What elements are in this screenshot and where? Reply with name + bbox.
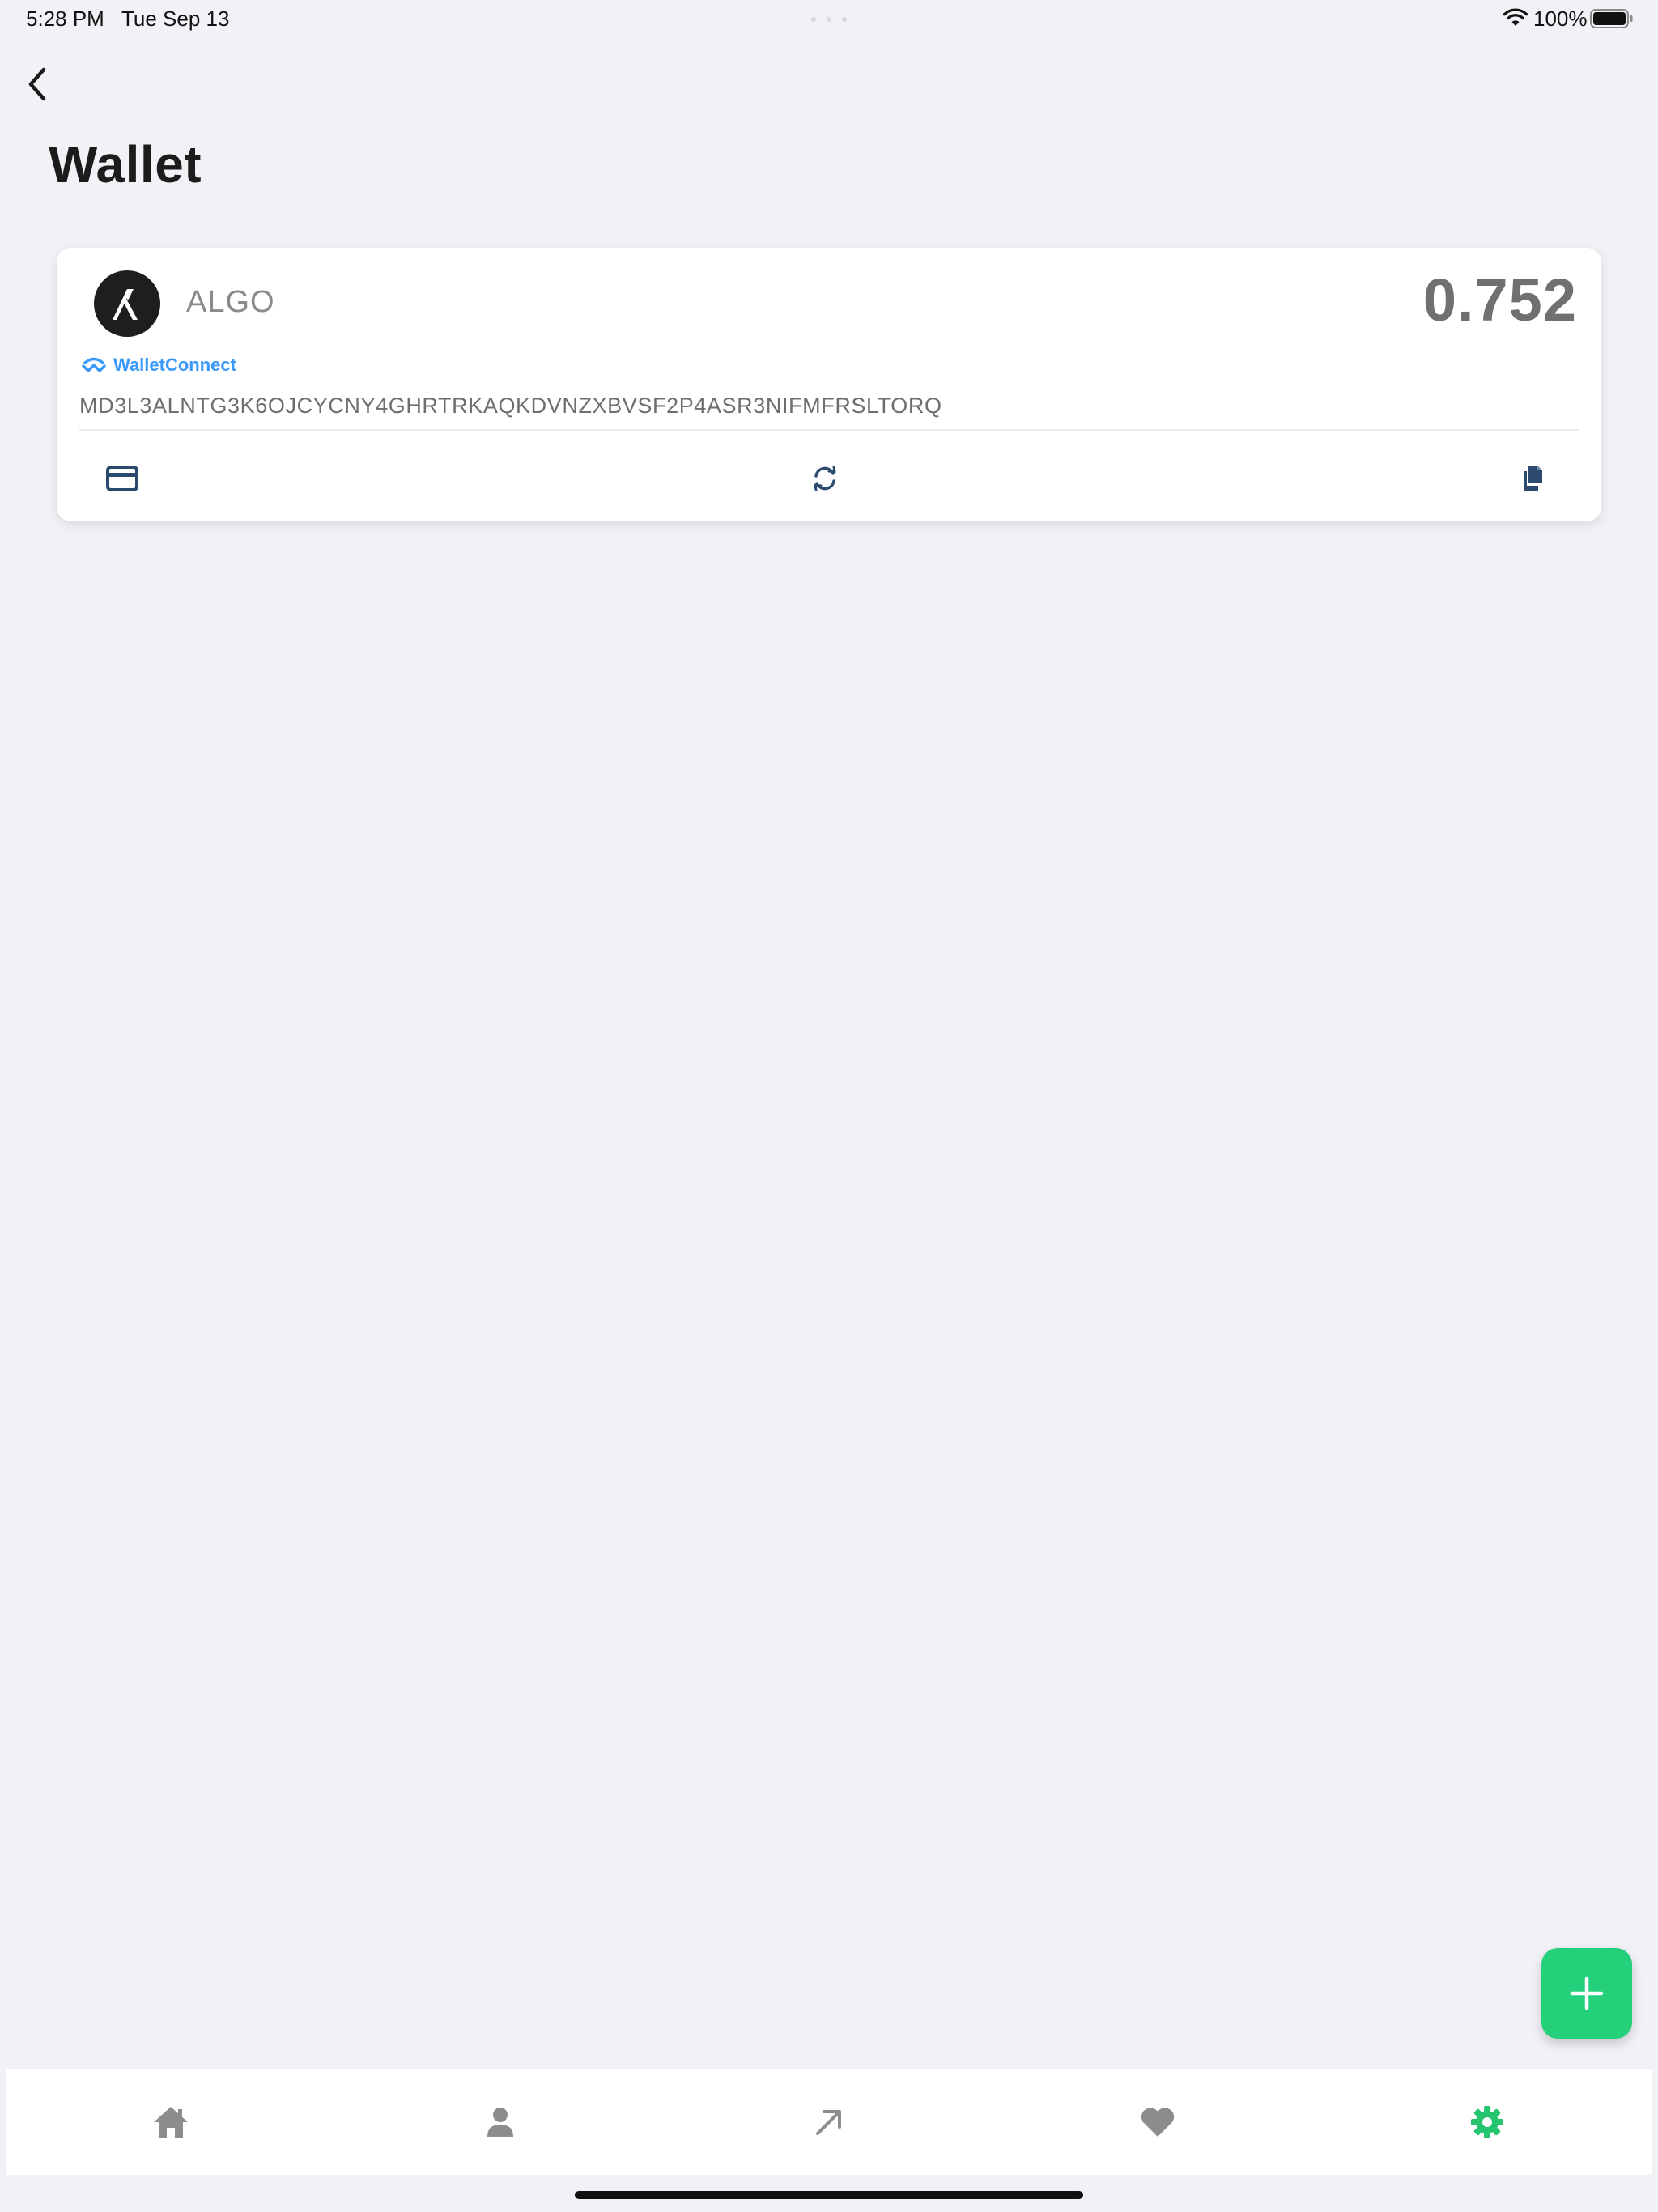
- plus-icon: [1570, 1976, 1604, 2010]
- copy-icon: [1524, 466, 1542, 491]
- copy-button[interactable]: [1511, 457, 1554, 500]
- home-icon: [154, 2107, 189, 2138]
- algorand-logo-icon: [94, 270, 160, 337]
- walletconnect-badge: WalletConnect: [81, 355, 236, 376]
- back-button[interactable]: [18, 62, 57, 107]
- walletconnect-label: WalletConnect: [113, 355, 236, 375]
- wifi-icon: [1503, 8, 1528, 26]
- page-title: Wallet: [49, 135, 202, 194]
- arrow-up-right-icon: [816, 2110, 842, 2135]
- card-divider: [79, 429, 1579, 431]
- battery-percent: 100%: [1533, 6, 1588, 31]
- gear-icon: [1470, 2106, 1503, 2138]
- tab-bar: [6, 2069, 1652, 2175]
- status-date: Tue Sep 13: [121, 6, 230, 31]
- coin-name: ALGO: [186, 285, 275, 319]
- refresh-button[interactable]: [803, 457, 847, 500]
- person-icon: [487, 2108, 513, 2137]
- wallet-card[interactable]: ALGO 0.752 WalletConnect MD3L3ALNTG3K6OJ…: [57, 248, 1601, 521]
- chevron-left-icon: [28, 67, 46, 101]
- refresh-icon: [814, 466, 836, 491]
- credit-card-icon: [106, 466, 138, 491]
- status-bar: 5:28 PM Tue Sep 13 100%: [0, 0, 1658, 39]
- tab-home[interactable]: [6, 2069, 335, 2175]
- status-time: 5:28 PM: [26, 6, 104, 31]
- add-wallet-button[interactable]: [1541, 1948, 1632, 2039]
- wallet-address[interactable]: MD3L3ALNTG3K6OJCYCNY4GHRTRKAQKDVNZXBVSF2…: [79, 393, 942, 419]
- tab-favorites[interactable]: [993, 2069, 1322, 2175]
- multitasking-icon[interactable]: [811, 17, 847, 22]
- tab-settings[interactable]: [1323, 2069, 1652, 2175]
- walletconnect-icon: [82, 357, 106, 372]
- balance-amount: 0.752: [1422, 266, 1577, 334]
- card-button[interactable]: [100, 457, 144, 500]
- heart-icon: [1141, 2108, 1175, 2137]
- tab-profile[interactable]: [335, 2069, 664, 2175]
- home-indicator[interactable]: [575, 2191, 1083, 2199]
- tab-send[interactable]: [665, 2069, 993, 2175]
- battery-icon: [1590, 9, 1633, 28]
